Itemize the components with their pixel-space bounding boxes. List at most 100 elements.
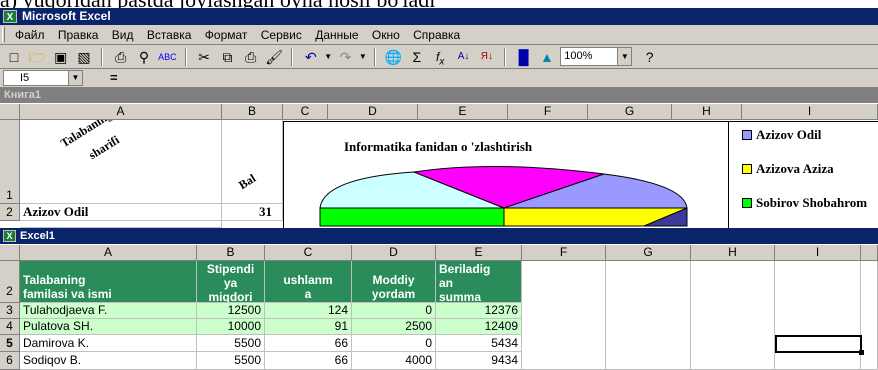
menu-data[interactable]: Данные [310,25,363,45]
autosum-icon[interactable]: Σ [407,47,427,67]
column-header[interactable]: B [197,245,265,261]
header-cell-total[interactable]: Beriladig an summa [436,261,522,303]
permission-icon[interactable]: ▧ [74,47,94,67]
cell-name[interactable]: Pulatova SH. [20,319,197,335]
cell-stipend[interactable]: 10000 [197,319,265,335]
chevron-down-icon[interactable]: ▼ [68,71,82,85]
drawing-icon[interactable]: ▲ [537,47,557,67]
hyperlink-icon[interactable]: 🌐 [384,47,404,67]
function-icon[interactable]: fx [430,47,450,67]
empty-cells[interactable] [522,261,606,370]
row-header[interactable]: 4 [0,319,20,335]
column-header[interactable]: A [20,104,222,120]
undo-icon[interactable]: ↶ [301,47,321,67]
cell-deduction[interactable]: 91 [265,319,352,335]
column-header[interactable]: F [522,245,606,261]
cell-a2[interactable]: Azizov Odil [20,204,222,221]
column-header[interactable]: D [328,104,418,120]
column-header[interactable]: G [606,245,691,261]
undo-dropdown-icon[interactable]: ▼ [324,47,332,67]
empty-cells[interactable] [691,261,775,370]
formula-equals[interactable]: = [110,70,118,85]
row-header[interactable]: 2 [0,261,20,303]
cell-a3[interactable] [20,221,222,228]
window-title[interactable]: X Excel1 [0,228,878,244]
cell-name[interactable]: Damirova K. [20,335,197,352]
row-header[interactable]: 3 [0,303,20,319]
column-header[interactable]: B [222,104,283,120]
cell-total[interactable]: 5434 [436,335,522,352]
column-header[interactable]: A [20,245,197,261]
new-icon[interactable]: □ [4,47,24,67]
row-header[interactable]: 5 [0,335,20,352]
print-preview-icon[interactable]: ⚲ [134,47,154,67]
menu-help[interactable]: Справка [408,25,465,45]
column-header[interactable]: D [352,245,436,261]
name-box[interactable]: I5 ▼ [3,70,83,86]
cell-aid[interactable]: 2500 [352,319,436,335]
print-icon[interactable]: ⎙ [111,47,131,67]
menu-tools[interactable]: Сервис [256,25,307,45]
empty-cells[interactable] [606,261,691,370]
cell-stipend[interactable]: 12500 [197,303,265,319]
cell-b2[interactable]: 31 [222,204,283,221]
column-header[interactable]: F [508,104,588,120]
menu-view[interactable]: Вид [107,25,139,45]
paste-icon[interactable]: ⎙ [241,47,261,67]
menu-file[interactable]: Файл [10,25,50,45]
cell-aid[interactable]: 4000 [352,352,436,370]
window-title[interactable]: Книга1 [0,87,878,103]
chart-wizard-icon[interactable]: █ [514,47,534,67]
menu-edit[interactable]: Правка [53,25,104,45]
copy-icon[interactable]: ⧉ [217,47,237,67]
menu-insert[interactable]: Вставка [142,25,197,45]
cell-stipend[interactable]: 5500 [197,352,265,370]
cell-deduction[interactable]: 66 [265,352,352,370]
column-header[interactable]: G [588,104,672,120]
chevron-down-icon[interactable]: ▼ [617,48,632,65]
cell-deduction[interactable]: 124 [265,303,352,319]
row-header[interactable]: 1 [0,120,20,204]
zoom-select[interactable]: 100% ▼ [560,47,633,66]
pie-chart[interactable]: Informatika fanidan o 'zlashtirish Azizo… [283,121,878,231]
cell-aid[interactable]: 0 [352,335,436,352]
cell-name[interactable]: Tulahodjaeva F. [20,303,197,319]
format-painter-icon[interactable]: 🖌 [264,47,284,67]
sort-descending-icon[interactable]: Я↓ [477,47,497,67]
excel-icon[interactable]: X [3,10,17,23]
chart-legend[interactable]: Azizov Odil Azizova Aziza Sobirov Shobah… [728,121,878,231]
redo-dropdown-icon[interactable]: ▼ [359,47,367,67]
column-header[interactable]: I [775,245,861,261]
empty-cells[interactable] [775,261,861,370]
column-header[interactable]: E [418,104,508,120]
column-header[interactable]: E [436,245,522,261]
cell-b1[interactable]: Bal [222,120,283,204]
cell-deduction[interactable]: 66 [265,335,352,352]
column-header[interactable]: I [742,104,878,120]
column-header[interactable] [861,245,878,261]
cut-icon[interactable]: ✂ [194,47,214,67]
header-cell-stipend[interactable]: Stipendi ya miqdori [197,261,265,303]
menu-format[interactable]: Формат [200,25,253,45]
cell-total[interactable]: 12376 [436,303,522,319]
row-header[interactable]: 2 [0,204,20,221]
menu-window[interactable]: Окно [367,25,405,45]
sort-ascending-icon[interactable]: A↓ [454,47,474,67]
select-all-button[interactable] [0,104,20,120]
spelling-icon[interactable]: ABC [157,47,177,67]
redo-icon[interactable]: ↷ [336,47,356,67]
cell-total[interactable]: 12409 [436,319,522,335]
cell-a1[interactable]: Talabaning ism sharifi [20,120,222,204]
row-header[interactable]: 6 [0,352,20,370]
select-all-button[interactable] [0,245,20,261]
cell-total[interactable]: 9434 [436,352,522,370]
header-cell-name[interactable]: Talabaning familasi va ismi [20,261,197,303]
column-header[interactable]: C [265,245,352,261]
fill-handle[interactable] [859,350,864,355]
menu-grip[interactable] [2,27,5,42]
column-header[interactable]: H [672,104,742,120]
open-icon[interactable]: 🗁 [27,47,47,67]
save-icon[interactable]: ▣ [51,47,71,67]
cell-name[interactable]: Sodiqov B. [20,352,197,370]
help-icon[interactable]: ? [640,47,660,67]
